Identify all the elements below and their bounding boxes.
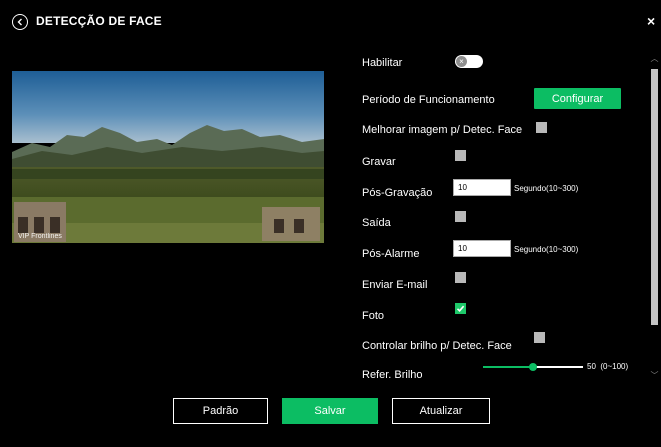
settings-scrollbar[interactable]: ︿ ﹀ [650, 55, 659, 383]
chevron-down-icon[interactable]: ﹀ [650, 372, 659, 380]
post-record-unit: Segundo(10~300) [514, 184, 579, 193]
default-button[interactable]: Padrão [173, 398, 268, 424]
post-alarm-input[interactable]: 10 [453, 240, 511, 257]
enable-label: Habilitar [362, 57, 403, 69]
close-icon[interactable]: × [647, 14, 655, 28]
photo-checkbox[interactable] [455, 303, 466, 314]
settings-panel: Habilitar × Período de Funcionamento Con… [362, 0, 642, 385]
chevron-left-icon [17, 18, 22, 26]
enhance-checkbox[interactable] [536, 122, 547, 133]
camera-preview: VIP Frontlines [12, 47, 324, 269]
output-checkbox[interactable] [455, 211, 466, 222]
email-label: Enviar E-mail [362, 279, 428, 291]
output-label: Saída [362, 217, 391, 229]
enable-toggle[interactable]: × [455, 55, 483, 68]
slider-fill [483, 366, 533, 368]
photo-label: Foto [362, 310, 385, 322]
camera-label: VIP Frontlines [18, 233, 62, 240]
checkmark-icon [456, 305, 465, 312]
scrollbar-thumb[interactable] [651, 69, 658, 325]
refresh-button[interactable]: Atualizar [392, 398, 490, 424]
enhance-label: Melhorar imagem p/ Detec. Face [362, 124, 523, 136]
post-record-input[interactable]: 10 [453, 179, 511, 196]
slider-handle[interactable] [529, 363, 537, 371]
toggle-off-icon: × [456, 56, 467, 67]
brightness-control-label: Controlar brilho p/ Detec. Face [362, 340, 512, 352]
post-alarm-label: Pós-Alarme [362, 248, 420, 260]
brightness-range: (0~100) [600, 362, 629, 371]
configure-button[interactable]: Configurar [534, 88, 621, 109]
record-checkbox[interactable] [455, 150, 466, 161]
record-label: Gravar [362, 156, 396, 168]
schedule-label: Período de Funcionamento [362, 94, 495, 106]
post-record-label: Pós-Gravação [362, 187, 433, 199]
email-checkbox[interactable] [455, 272, 466, 283]
brightness-slider[interactable] [483, 363, 583, 371]
save-button[interactable]: Salvar [282, 398, 378, 424]
chevron-up-icon[interactable]: ︿ [650, 55, 659, 63]
back-button[interactable] [12, 14, 28, 30]
post-alarm-unit: Segundo(10~300) [514, 245, 579, 254]
brightness-value: 50 (0~100) [587, 362, 628, 371]
brightness-control-checkbox[interactable] [534, 332, 545, 343]
brightness-value-number: 50 [587, 362, 596, 371]
page-title: DETECÇÃO DE FACE [36, 14, 162, 28]
brightness-ref-label: Refer. Brilho [362, 369, 423, 381]
